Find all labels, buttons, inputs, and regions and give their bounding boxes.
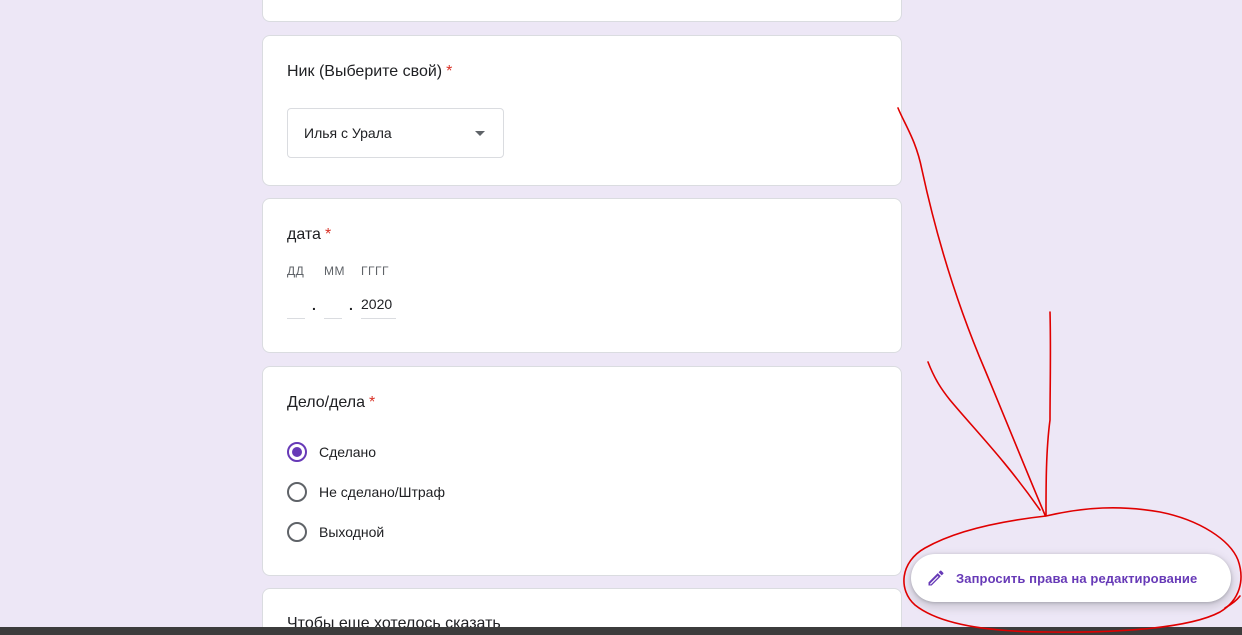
question-card-deals: Дело/дела * Сделано Не сделано/Штраф Выхо… bbox=[262, 366, 902, 576]
year-label: ГГГГ bbox=[361, 264, 389, 278]
nick-dropdown[interactable]: Илья с Урала bbox=[287, 108, 504, 158]
year-input[interactable]: 2020 bbox=[361, 291, 396, 319]
radio-unchecked-icon[interactable] bbox=[287, 482, 307, 502]
month-label: ММ bbox=[324, 264, 345, 278]
radio-unchecked-icon[interactable] bbox=[287, 522, 307, 542]
month-input[interactable] bbox=[324, 291, 342, 319]
caret-down-icon bbox=[475, 131, 485, 136]
question-card-previous bbox=[262, 0, 902, 22]
question-title-text: Дело/дела bbox=[287, 394, 365, 411]
date-separator: . bbox=[349, 297, 353, 313]
radio-label: Не сделано/Штраф bbox=[319, 484, 445, 500]
annotation-arrow-left-stroke bbox=[927, 361, 1041, 511]
question-card-nick: Ник (Выберите свой) * Илья с Урала bbox=[262, 35, 902, 186]
bottom-strip bbox=[0, 627, 1242, 635]
question-title-nick: Ник (Выберите свой) * bbox=[287, 63, 452, 81]
nick-dropdown-value: Илья с Урала bbox=[304, 125, 392, 141]
annotation-arrow-head-stem bbox=[1045, 311, 1052, 516]
radio-checked-icon[interactable] bbox=[287, 442, 307, 462]
question-title-date: дата * bbox=[287, 226, 331, 244]
required-mark: * bbox=[446, 63, 453, 80]
day-label: ДД bbox=[287, 264, 305, 278]
request-edit-access-label: Запросить права на редактирование bbox=[956, 570, 1198, 586]
question-card-date: дата * ДД ММ ГГГГ . . 2020 bbox=[262, 198, 902, 353]
radio-option-done[interactable]: Сделано bbox=[287, 440, 376, 464]
day-input[interactable] bbox=[287, 291, 305, 319]
request-edit-access-button[interactable]: Запросить права на редактирование bbox=[911, 554, 1231, 602]
annotation-arrow-long bbox=[897, 107, 1046, 516]
radio-option-not-done[interactable]: Не сделано/Штраф bbox=[287, 480, 445, 504]
pencil-icon bbox=[928, 570, 944, 586]
question-title-text: Ник (Выберите свой) bbox=[287, 63, 443, 80]
required-mark: * bbox=[369, 394, 376, 411]
required-mark: * bbox=[324, 226, 332, 243]
question-title-text: дата bbox=[287, 226, 321, 243]
annotation-ellipse-tail bbox=[1224, 595, 1241, 609]
question-title-deals: Дело/дела * bbox=[287, 394, 375, 412]
radio-label: Выходной bbox=[319, 524, 385, 540]
radio-option-day-off[interactable]: Выходной bbox=[287, 520, 384, 544]
date-separator: . bbox=[312, 297, 316, 313]
radio-label: Сделано bbox=[319, 444, 377, 460]
